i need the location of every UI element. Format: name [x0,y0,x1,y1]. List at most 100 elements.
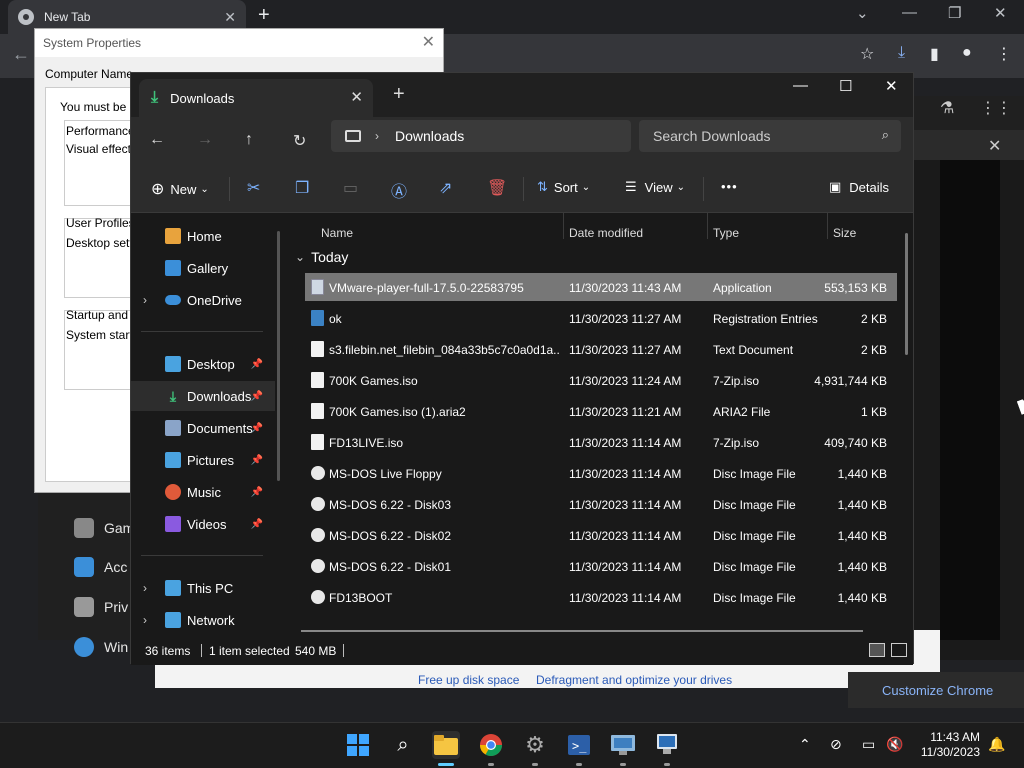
pin-icon[interactable]: 📌 [251,359,263,370]
display-icon[interactable]: ▭ [862,736,875,753]
sidebar-item-downloads[interactable]: ⤓ Downloads 📌 [131,381,275,411]
column-divider[interactable] [827,213,828,239]
settings-taskbar-button[interactable]: ⚙ [521,731,549,759]
table-row[interactable]: MS-DOS 6.22 - Disk02 11/30/2023 11:14 AM… [305,521,897,549]
back-arrow-icon[interactable]: ← [149,131,165,149]
share-icon[interactable]: ⇗ [439,178,452,198]
download-icon[interactable]: ⤓ [898,44,905,62]
new-tab-button[interactable]: + [258,4,270,27]
chevron-right-icon[interactable]: › [143,293,147,307]
table-row[interactable]: 700K Games.iso 11/30/2023 11:24 AM 7-Zip… [305,366,897,394]
column-divider[interactable] [563,213,564,239]
settings-item-windows-update[interactable]: Win [74,637,128,657]
settings-item-accessibility[interactable]: Acc [74,557,127,577]
close-icon[interactable]: ✕ [224,9,236,26]
free-up-disk-space-link[interactable]: Free up disk space [418,673,519,687]
column-header-name[interactable]: Name [321,226,353,240]
pin-icon[interactable]: 📌 [251,519,263,530]
sidebar-item-this-pc[interactable]: › This PC [131,573,275,603]
chrome-taskbar-button[interactable] [477,731,505,759]
settings-item-privacy[interactable]: Priv [74,597,128,617]
table-row[interactable]: ok 11/30/2023 11:27 AM Registration Entr… [305,304,897,332]
pin-icon[interactable]: 📌 [251,391,263,402]
back-arrow-icon[interactable]: ← [12,44,30,65]
pin-icon[interactable]: 📌 [251,487,263,498]
up-arrow-icon[interactable]: ↑ [245,131,253,149]
tab-downloads[interactable]: ⤓ Downloads ✕ [139,79,373,117]
delete-icon[interactable]: 🗑 [487,178,507,198]
close-icon[interactable]: ✕ [988,136,1001,156]
paste-icon[interactable]: ▭ [343,178,358,198]
sidebar-item-music[interactable]: Music 📌 [131,477,275,507]
column-header-date[interactable]: Date modified [569,226,643,240]
address-segment[interactable]: Downloads [395,128,464,144]
cut-icon[interactable]: ✂ [247,178,260,198]
table-row[interactable]: MS-DOS 6.22 - Disk01 11/30/2023 11:14 AM… [305,552,897,580]
file-explorer-taskbar-button[interactable] [432,731,460,759]
defragment-link[interactable]: Defragment and optimize your drives [536,673,732,687]
chevron-right-icon[interactable]: › [143,613,147,627]
sidebar-item-videos[interactable]: Videos 📌 [131,509,275,539]
chevron-down-icon[interactable]: ⌄ [856,4,869,22]
details-view-button[interactable] [869,643,885,657]
refresh-icon[interactable]: ↻ [293,131,306,151]
details-button[interactable]: ▣ Details [829,179,889,195]
remote-desktop-taskbar-button[interactable] [653,731,681,759]
tiles-view-button[interactable] [891,643,907,657]
view-button[interactable]: ☰ View ⌄ [625,179,685,195]
system-properties-taskbar-button[interactable] [609,731,637,759]
star-icon[interactable]: ☆ [860,44,874,64]
sort-button[interactable]: ⇅ Sort ⌄ [537,179,590,195]
search-button[interactable]: ⌕ [389,731,417,759]
apps-grid-icon[interactable]: ⋮⋮ [980,98,1012,118]
column-divider[interactable] [707,213,708,239]
bell-icon[interactable]: 🔔 [988,736,1005,753]
pin-icon[interactable]: 📌 [251,455,263,466]
volume-muted-icon[interactable]: 🔇 [886,736,903,753]
sidebar-item-desktop[interactable]: Desktop 📌 [131,349,275,379]
search-input[interactable]: Search Downloads ⌕ [639,120,901,152]
sidebar-item-network[interactable]: › Network [131,605,275,635]
restore-button[interactable]: ❐ [948,4,961,22]
sidepanel-icon[interactable]: ▮ [930,44,939,64]
horizontal-scrollbar[interactable] [301,630,863,632]
table-row[interactable]: s3.filebin.net_filebin_084a33b5c7c0a0d1a… [305,335,897,363]
forward-arrow-icon[interactable]: → [197,131,213,149]
nav-scrollbar[interactable] [277,231,280,481]
address-bar[interactable]: › Downloads [331,120,631,152]
chevron-right-icon[interactable]: › [143,581,147,595]
maximize-button[interactable]: ☐ [839,77,852,95]
close-icon[interactable]: ✕ [350,88,363,106]
column-header-size[interactable]: Size [833,226,856,240]
powershell-taskbar-button[interactable]: >_ [565,731,593,759]
sidebar-item-gallery[interactable]: Gallery [131,253,275,283]
new-button[interactable]: ⊕ New ⌄ [151,179,209,199]
pin-icon[interactable]: 📌 [251,423,263,434]
minimize-button[interactable]: — [902,4,917,21]
tab-computer-name[interactable]: Computer Name [45,67,133,81]
table-row[interactable]: MS-DOS 6.22 - Disk03 11/30/2023 11:14 AM… [305,490,897,518]
table-row[interactable]: FD13LIVE.iso 11/30/2023 11:14 AM 7-Zip.i… [305,428,897,456]
system-clock[interactable]: 11:43 AM 11/30/2023 [918,730,980,760]
chevron-up-icon[interactable]: ⌃ [799,736,811,753]
table-row[interactable]: MS-DOS Live Floppy 11/30/2023 11:14 AM D… [305,459,897,487]
minimize-button[interactable]: — [793,77,808,94]
chevron-right-icon[interactable]: › [375,129,379,143]
network-disconnected-icon[interactable]: ⊘ [830,736,842,753]
table-row[interactable]: FD13BOOT 11/30/2023 11:14 AM Disc Image … [305,583,897,611]
start-button[interactable] [344,731,372,759]
customize-chrome-button[interactable]: Customize Chrome [848,672,1024,708]
sidebar-item-documents[interactable]: Documents 📌 [131,413,275,443]
close-button[interactable]: ✕ [885,77,898,95]
profile-icon[interactable]: ● [962,44,972,62]
group-header-today[interactable]: ⌄ Today [295,249,348,265]
menu-icon[interactable]: ⋮ [996,44,1012,64]
flask-icon[interactable]: ⚗ [940,98,954,118]
sidebar-item-home[interactable]: Home [131,221,275,251]
column-header-type[interactable]: Type [713,226,739,240]
table-row[interactable]: VMware-player-full-17.5.0-22583795 11/30… [305,273,897,301]
settings-item-gaming[interactable]: Gam [74,518,134,538]
close-icon[interactable]: ✕ [422,32,435,52]
close-button[interactable]: ✕ [994,4,1007,22]
more-options-button[interactable]: ••• [721,179,738,194]
